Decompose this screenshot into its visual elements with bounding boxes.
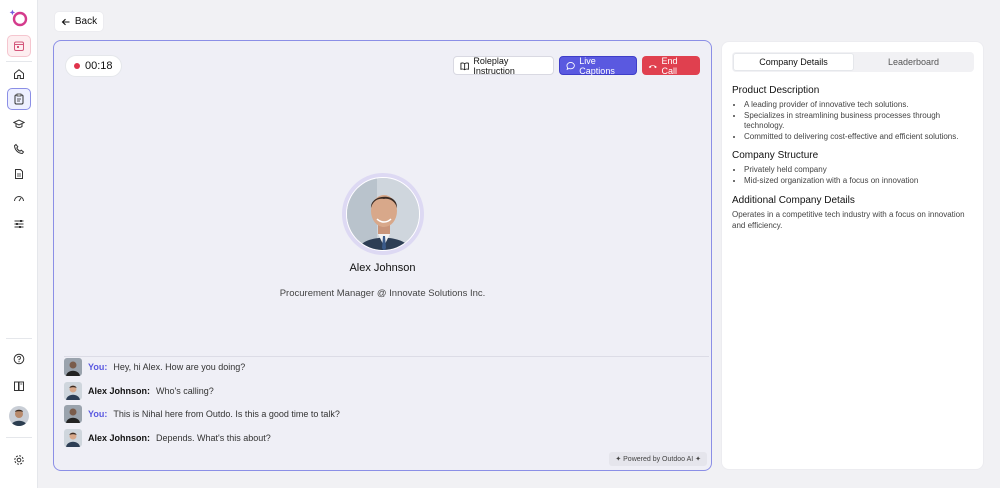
settings-icon bbox=[14, 455, 24, 465]
sidebar-help-button[interactable] bbox=[7, 348, 31, 370]
sliders-icon bbox=[14, 220, 24, 228]
end-call-button[interactable]: End Call bbox=[642, 55, 700, 76]
app-logo[interactable] bbox=[9, 8, 29, 28]
message-text: Who's calling? bbox=[156, 386, 214, 396]
transcript-row: You: This is Nihal here from Outdo. Is t… bbox=[64, 404, 340, 424]
chat-bubble-icon bbox=[566, 61, 575, 70]
transcript-row: Alex Johnson: Who's calling? bbox=[64, 381, 214, 401]
company-structure-section: Company Structure Privately held company… bbox=[732, 150, 976, 186]
persona-avatar bbox=[342, 173, 424, 255]
message-text: Depends. What's this about? bbox=[156, 433, 271, 443]
section-text: Operates in a competitive tech industry … bbox=[732, 210, 965, 230]
call-panel: 00:18 Roleplay Instruction Live Captions… bbox=[53, 40, 712, 471]
end-call-label: End Call bbox=[661, 55, 678, 76]
speaker-label: You: bbox=[88, 409, 108, 419]
additional-details-section: Additional Company Details Operates in a… bbox=[732, 195, 976, 231]
section-title: Company Structure bbox=[732, 150, 819, 161]
list-item: Mid-sized organization with a focus on i… bbox=[744, 176, 976, 187]
clipboard-icon bbox=[14, 93, 24, 105]
speaker-avatar bbox=[64, 429, 82, 447]
call-timer: 00:18 bbox=[65, 55, 122, 77]
user-avatar[interactable] bbox=[9, 406, 29, 426]
powered-by-badge: ✦ Powered by Outdoo AI ✦ bbox=[609, 452, 707, 466]
speaker-label: Alex Johnson: bbox=[88, 433, 151, 443]
hang-up-icon bbox=[648, 64, 657, 68]
arrow-left-icon bbox=[61, 18, 70, 25]
tab-company-details[interactable]: Company Details bbox=[733, 53, 854, 71]
sidebar-calendar-button[interactable] bbox=[7, 35, 31, 57]
sidebar-library-button[interactable] bbox=[7, 375, 31, 397]
speaker-label: You: bbox=[88, 362, 108, 372]
list-item: Specializes in streamlining business pro… bbox=[744, 111, 976, 132]
details-tabs: Company Details Leaderboard bbox=[732, 52, 974, 72]
back-label: Back bbox=[74, 16, 98, 27]
back-button[interactable]: Back bbox=[54, 11, 104, 32]
timer-value: 00:18 bbox=[85, 60, 113, 72]
speaker-avatar bbox=[64, 358, 82, 376]
roleplay-instruction-button[interactable]: Roleplay Instruction bbox=[453, 55, 554, 76]
section-title: Product Description bbox=[732, 85, 820, 96]
sidebar-settings-sliders-button[interactable] bbox=[7, 213, 31, 235]
book-open-icon bbox=[460, 62, 469, 70]
live-captions-label: Live Captions bbox=[579, 55, 615, 76]
list-item: Committed to delivering cost-effective a… bbox=[744, 132, 976, 143]
help-icon bbox=[13, 353, 25, 365]
message-text: Hey, hi Alex. How are you doing? bbox=[113, 362, 246, 372]
book-icon bbox=[14, 381, 24, 391]
sidebar-roleplay-button[interactable] bbox=[7, 88, 31, 110]
roleplay-instruction-label: Roleplay Instruction bbox=[473, 55, 515, 76]
document-icon bbox=[15, 169, 23, 179]
transcript-row: Alex Johnson: Depends. What's this about… bbox=[64, 428, 271, 448]
transcript-row: You: Hey, hi Alex. How are you doing? bbox=[64, 357, 245, 377]
call-actions: Roleplay Instruction Live Captions End C… bbox=[453, 55, 700, 76]
sidebar-home-button[interactable] bbox=[7, 63, 31, 85]
product-description-section: Product Description A leading provider o… bbox=[732, 85, 976, 142]
calendar-icon bbox=[14, 41, 24, 51]
section-title: Additional Company Details bbox=[732, 195, 855, 206]
persona-name: Alex Johnson bbox=[349, 262, 416, 274]
persona-role: Procurement Manager @ Innovate Solutions… bbox=[279, 288, 486, 299]
speaker-avatar bbox=[64, 405, 82, 423]
details-panel: Company Details Leaderboard Product Desc… bbox=[721, 41, 984, 470]
recording-dot-icon bbox=[74, 63, 80, 69]
list-item: A leading provider of innovative tech so… bbox=[744, 100, 976, 111]
message-text: This is Nihal here from Outdo. Is this a… bbox=[113, 409, 340, 419]
list-item: Privately held company bbox=[744, 165, 976, 176]
speaker-avatar bbox=[64, 382, 82, 400]
sidebar-calls-button[interactable] bbox=[7, 138, 31, 160]
sidebar bbox=[0, 0, 38, 488]
sidebar-learning-button[interactable] bbox=[7, 113, 31, 135]
graduation-cap-icon bbox=[13, 119, 25, 128]
sidebar-analytics-button[interactable] bbox=[7, 188, 31, 210]
live-captions-button[interactable]: Live Captions bbox=[559, 55, 637, 76]
phone-icon bbox=[13, 143, 25, 155]
sidebar-documents-button[interactable] bbox=[7, 163, 31, 185]
gauge-icon bbox=[14, 196, 24, 202]
speaker-label: Alex Johnson: bbox=[88, 386, 151, 396]
home-icon bbox=[14, 69, 24, 79]
tab-leaderboard[interactable]: Leaderboard bbox=[854, 53, 973, 71]
sidebar-gear-button[interactable] bbox=[7, 449, 31, 471]
